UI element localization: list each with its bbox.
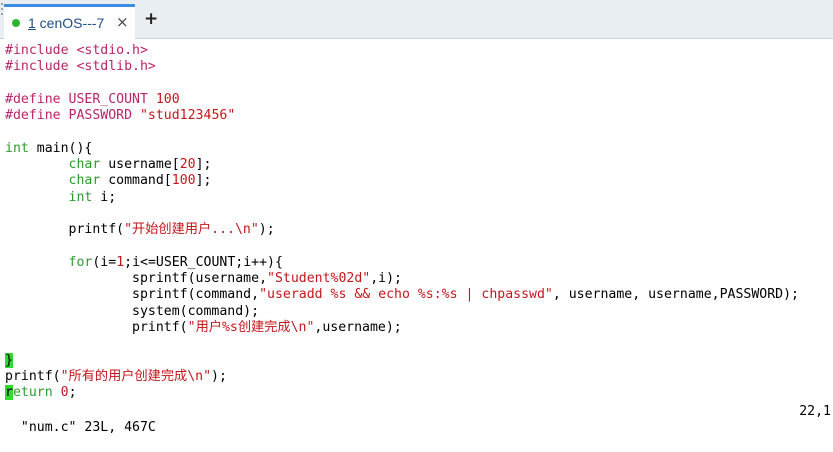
code-token: printf( — [5, 222, 125, 238]
code-token: username[ — [100, 157, 180, 173]
connected-status-icon — [12, 19, 20, 27]
code-token: printf( — [5, 368, 61, 384]
cursor-position: 22,1 — [799, 404, 831, 419]
code-line: printf("所有的用户创建完成\n"); — [5, 369, 833, 385]
code-line: char command[100]; — [5, 173, 833, 189]
cursor: } — [5, 352, 13, 368]
code-line: #include <stdio.h> — [5, 43, 833, 59]
code-token: "useradd %s && echo %s:%s | chpasswd" — [259, 287, 553, 303]
code-token: int — [5, 140, 29, 156]
code-line: int i; — [5, 190, 833, 206]
code-line: printf("开始创建用户...\n"); — [5, 222, 833, 238]
code-token: printf( — [5, 320, 188, 336]
tab-session[interactable]: 1 cenOS---7 × — [4, 4, 135, 39]
code-token: i; — [92, 189, 117, 205]
code-token: ;i<=USER_COUNT;i++){ — [124, 254, 283, 270]
code-line: #define USER_COUNT 100 — [5, 92, 833, 108]
code-token: char — [68, 173, 101, 189]
code-line: #define PASSWORD "stud123456" — [5, 108, 833, 124]
code-line: sprintf(username,"Student%02d",i); — [5, 271, 833, 287]
code-token: eturn — [12, 385, 53, 401]
code-token: ]; — [195, 173, 212, 189]
code-line: printf("用户%s创建完成\n",username); — [5, 320, 833, 336]
code-token: (i= — [92, 254, 117, 270]
code-line: sprintf(command,"useradd %s && echo %s:%… — [5, 287, 833, 303]
code-token: "用户%s创建完成\n" — [187, 320, 315, 336]
code-token: ,username); — [314, 320, 402, 336]
code-token: sprintf(command, — [5, 287, 260, 303]
code-token: system(command); — [5, 303, 260, 319]
code-line: #include <stdlib.h> — [5, 59, 833, 75]
code-token: ; — [68, 385, 77, 401]
cursor: r — [5, 385, 13, 401]
code-token: ); — [258, 222, 275, 238]
code-line: for(i=1;i<=USER_COUNT;i++){ — [5, 255, 833, 271]
code-token: "stud123456" — [139, 108, 236, 124]
code-token: int — [68, 189, 93, 205]
code-token: #include <stdio.h> — [5, 43, 148, 58]
tab-number: 1 — [28, 15, 36, 31]
code-token: 100 — [155, 91, 180, 107]
code-token: 0 — [60, 385, 69, 401]
code-token: ); — [211, 368, 227, 384]
code-token: "所有的用户创建完成\n" — [60, 368, 212, 384]
status-line: "num.c" 23L, 467C 22,1 — [5, 404, 833, 435]
code-token: main(){ — [28, 140, 93, 156]
code-token: for — [68, 254, 93, 270]
file-info: "num.c" 23L, 467C — [20, 420, 156, 435]
code-line: system(command); — [5, 304, 833, 320]
code-line: int main(){ — [5, 141, 833, 157]
tab-label: cenOS---7 — [35, 15, 105, 31]
code-token: char — [68, 157, 101, 173]
code-line: char username[20]; — [5, 157, 833, 173]
code-token: sprintf(username, — [5, 271, 268, 287]
code-token: ,i); — [370, 271, 402, 287]
code-token: 1 — [116, 254, 125, 270]
code-token: #include <stdlib.h> — [5, 59, 156, 75]
tab-title: 1 cenOS---7 — [28, 15, 104, 31]
code-token: command[ — [100, 173, 172, 189]
code-line: return 0; — [5, 385, 833, 401]
add-tab-icon[interactable]: + — [144, 10, 158, 28]
code-token: #define PASSWORD — [5, 108, 140, 124]
code-token: , username, username,PASSWORD); — [552, 287, 799, 303]
code-token: "开始创建用户...\n" — [124, 222, 259, 238]
code-token: "Student%02d" — [267, 271, 371, 287]
code-token: ]; — [195, 157, 212, 173]
code-token: 100 — [171, 173, 196, 189]
close-icon[interactable]: × — [116, 13, 129, 31]
code-editor[interactable]: #include <stdio.h> #include <stdlib.h> #d… — [5, 43, 833, 402]
tab-bar: 1 cenOS---7 × + — [0, 0, 833, 39]
code-token: 20 — [179, 157, 196, 173]
code-token: #define USER_COUNT — [5, 91, 156, 107]
code-line: } — [5, 352, 833, 369]
